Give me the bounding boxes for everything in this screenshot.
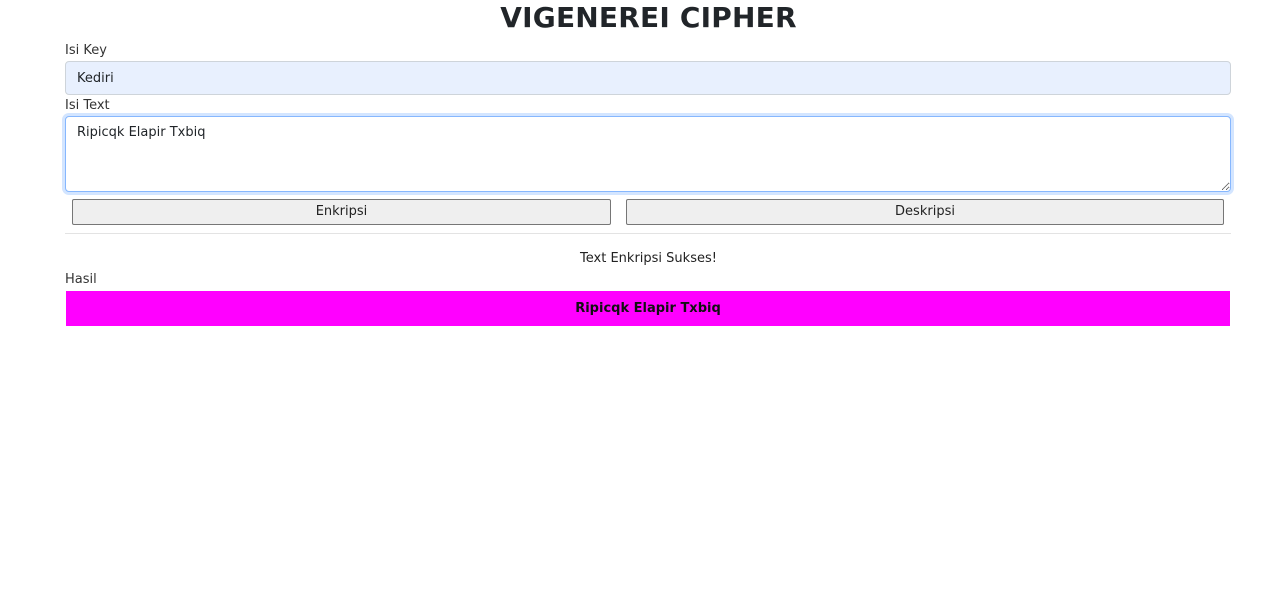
divider xyxy=(65,233,1231,234)
key-label: Isi Key xyxy=(65,43,107,58)
key-input[interactable] xyxy=(65,61,1231,95)
result-output: Ripicqk Elapir Txbiq xyxy=(66,291,1230,326)
encrypt-button[interactable]: Enkripsi xyxy=(72,199,611,225)
text-input[interactable]: Ripicqk Elapir Txbiq xyxy=(65,116,1231,192)
result-label: Hasil xyxy=(65,272,97,287)
text-label: Isi Text xyxy=(65,98,110,113)
decrypt-button[interactable]: Deskripsi xyxy=(626,199,1224,225)
page-title: VIGENEREI CIPHER xyxy=(500,1,797,34)
status-message: Text Enkripsi Sukses! xyxy=(580,251,717,266)
page: VIGENEREI CIPHER Isi Key Isi Text Ripicq… xyxy=(0,0,1283,590)
